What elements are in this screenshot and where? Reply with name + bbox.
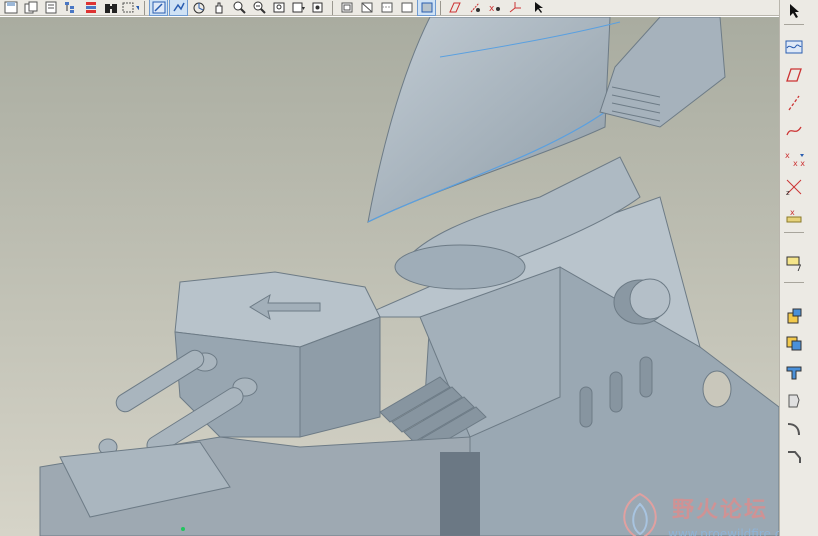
refit-icon[interactable] xyxy=(270,0,287,15)
model-render xyxy=(0,17,779,536)
origin-marker xyxy=(181,527,185,531)
save-icon[interactable] xyxy=(2,0,19,15)
spin-icon[interactable] xyxy=(169,0,188,16)
forum-watermark: 野火论坛 www.proewildfire.cn xyxy=(606,487,779,536)
svg-text:x x: x x xyxy=(793,159,805,168)
side-cylinder-cap xyxy=(629,278,671,320)
page-icon[interactable] xyxy=(42,0,59,15)
copy-icon[interactable] xyxy=(22,0,39,15)
datum-planes-icon[interactable] xyxy=(446,0,463,15)
flame-logo-icon xyxy=(623,492,657,536)
named-views-icon[interactable] xyxy=(290,0,307,15)
datum-points-icon[interactable]: x xyxy=(486,0,503,15)
svg-text:z: z xyxy=(786,189,790,196)
view-dropdown-icon[interactable] xyxy=(122,0,139,15)
blend-icon[interactable] xyxy=(782,390,806,412)
svg-text:x: x xyxy=(489,4,495,14)
datum-plane-icon[interactable] xyxy=(782,64,806,86)
collar-ring xyxy=(394,244,526,290)
tree-icon[interactable] xyxy=(62,0,79,15)
saved-views-icon[interactable] xyxy=(310,0,327,15)
revolve-icon[interactable] xyxy=(782,332,806,354)
extrude-icon[interactable] xyxy=(782,305,806,327)
select-arrow-icon[interactable] xyxy=(782,0,806,22)
zoom-out-icon[interactable] xyxy=(250,0,267,15)
toolbar-separator xyxy=(784,282,804,283)
datum-point-field-icon[interactable]: x xyxy=(782,204,806,226)
binoculars-icon[interactable] xyxy=(102,0,119,15)
datum-point-offset-icon[interactable]: z xyxy=(782,176,806,198)
watermark-title: 野火论坛 xyxy=(672,498,769,523)
hidden-line-icon[interactable] xyxy=(378,0,395,15)
toolbar-separator xyxy=(440,0,441,15)
right-feature-toolbar: xx x z x 7 xyxy=(779,0,818,536)
wireframe-icon[interactable] xyxy=(398,0,415,15)
svg-text:x: x xyxy=(790,208,795,217)
orient-icon[interactable] xyxy=(190,0,207,15)
top-toolbar: x xyxy=(0,0,818,16)
datum-axis-icon[interactable] xyxy=(782,92,806,114)
pan-icon[interactable] xyxy=(210,0,227,15)
shading-icon[interactable] xyxy=(338,0,355,15)
coord-sys-icon[interactable] xyxy=(506,0,523,15)
shaded-icon[interactable] xyxy=(417,0,436,16)
watermark-url: www.proewildfire.cn xyxy=(668,527,779,536)
svg-text:7: 7 xyxy=(796,264,802,272)
toolbar-separator xyxy=(784,232,804,233)
zoom-in-icon[interactable] xyxy=(230,0,247,15)
select-arrow-icon[interactable] xyxy=(530,0,547,15)
toolbar-separator xyxy=(332,0,333,15)
sketch-wave-icon[interactable] xyxy=(782,36,806,58)
graphics-viewport[interactable]: 野火论坛 www.proewildfire.cn xyxy=(0,17,779,536)
chamfer-icon[interactable] xyxy=(782,446,806,468)
svg-text:x: x xyxy=(785,151,790,160)
toolbar-separator xyxy=(144,0,145,15)
sweep-icon[interactable] xyxy=(782,362,806,384)
datum-point-icon[interactable]: xx x xyxy=(782,148,806,170)
datum-axes-icon[interactable] xyxy=(466,0,483,15)
lower-hatch xyxy=(440,452,480,536)
analysis-feature-icon[interactable]: 7 xyxy=(782,252,806,274)
side-hole xyxy=(702,370,732,408)
toolbar-separator xyxy=(784,24,804,25)
datum-curve-icon[interactable] xyxy=(782,120,806,142)
no-hidden-icon[interactable] xyxy=(358,0,375,15)
layer-icon[interactable] xyxy=(82,0,99,15)
round-icon[interactable] xyxy=(782,418,806,440)
repaint-icon[interactable] xyxy=(149,0,168,16)
